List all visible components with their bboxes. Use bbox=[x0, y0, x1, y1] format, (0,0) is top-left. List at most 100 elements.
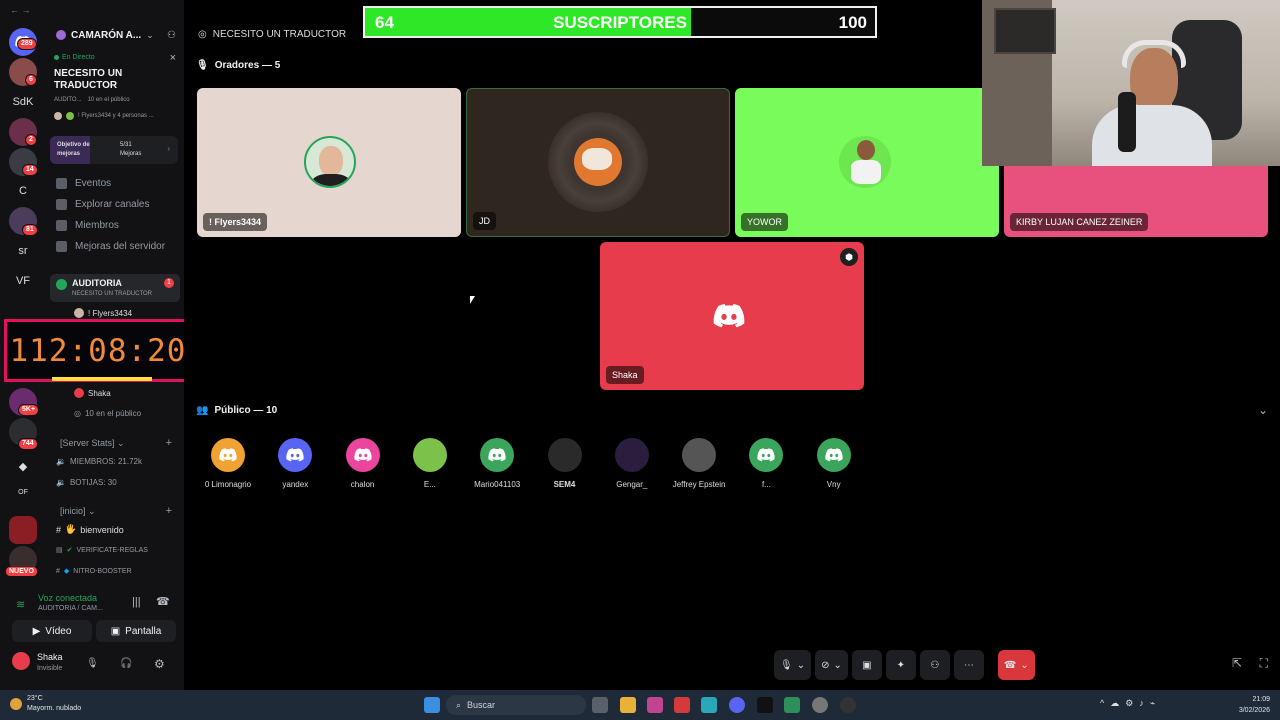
add-channel-icon[interactable]: + bbox=[166, 505, 172, 517]
audience-name: E... bbox=[423, 480, 436, 489]
signal-icon: ≋ bbox=[16, 599, 26, 611]
audience-member[interactable]: f... bbox=[736, 438, 796, 489]
headphones-icon[interactable]: 🎧 bbox=[120, 658, 132, 669]
weather-widget[interactable]: 23°C Mayorm. nublado bbox=[10, 694, 81, 714]
discord-taskbar-icon[interactable] bbox=[729, 697, 745, 713]
audience-member[interactable]: chalon bbox=[333, 438, 393, 489]
user-avatar[interactable] bbox=[12, 652, 30, 670]
audience-member[interactable]: 0 Limonagrio bbox=[198, 438, 258, 489]
stage-topbar: ◎ NECESITO UN TRADUCTOR bbox=[184, 22, 346, 46]
wave-icon: 🖐 bbox=[65, 524, 77, 534]
camera-button[interactable]: ⊘ ⌄ bbox=[815, 650, 848, 680]
nav-server-boost[interactable]: Mejoras del servidor bbox=[56, 241, 165, 252]
audience-member[interactable]: Gengar_ bbox=[602, 438, 662, 489]
mute-button[interactable]: 🎙 ⌄ bbox=[774, 650, 812, 680]
app-icon[interactable] bbox=[757, 697, 773, 713]
speaker-tile[interactable]: ! Flyers3434 bbox=[197, 88, 461, 237]
text-channel-bienvenido[interactable]: # 🖐 bienvenido bbox=[56, 524, 124, 535]
activity-button[interactable]: ✦ bbox=[885, 650, 916, 680]
app-icon[interactable] bbox=[784, 697, 800, 713]
app-icon[interactable] bbox=[840, 697, 856, 713]
audience-member[interactable]: E... bbox=[400, 438, 460, 489]
audience-member[interactable]: Jeffrey Epstein bbox=[669, 438, 729, 489]
server-icon-sr[interactable]: sr bbox=[9, 237, 37, 265]
speaker-tile[interactable]: JD bbox=[466, 88, 730, 237]
avatar bbox=[211, 438, 245, 472]
voice-channel-auditoria[interactable]: AUDITORIA NECESITO UN TRADUCTOR 1 bbox=[50, 274, 180, 302]
server-icon-sdk[interactable]: SdK bbox=[9, 88, 37, 116]
audience-name: chalon bbox=[350, 480, 375, 489]
camera-off-icon: ⊘ bbox=[821, 659, 830, 671]
obs-icon[interactable] bbox=[812, 697, 828, 713]
headset-icon: ◎ bbox=[74, 409, 81, 418]
voice-user[interactable]: Shaka bbox=[74, 388, 111, 398]
compass-icon[interactable]: ◆ bbox=[9, 452, 37, 480]
audience-member[interactable]: SEM4 bbox=[535, 438, 595, 489]
text-channel-verificate[interactable]: ▤ ✔ VERIFICATE-REGLAS bbox=[56, 546, 148, 555]
audience-count[interactable]: ◎ 10 en el público bbox=[74, 409, 141, 418]
stat-channel-members[interactable]: 🔉 MIEMBROS: 21.72k bbox=[56, 457, 142, 466]
speaker-tile-self[interactable]: ⬢ Shaka bbox=[600, 242, 864, 390]
audience-name: SEM4 bbox=[553, 480, 576, 489]
disconnect-icon[interactable]: ☎ bbox=[156, 595, 170, 608]
category-inicio[interactable]: [inicio] ⌄ bbox=[60, 506, 96, 517]
audience-member[interactable]: Vny bbox=[804, 438, 864, 489]
nav-members[interactable]: Miembros bbox=[56, 220, 119, 231]
microphone-icon: 🎙 bbox=[196, 60, 209, 71]
popout-icon[interactable]: ⇱ bbox=[1232, 656, 1242, 670]
audience-member[interactable]: Mario041103 bbox=[467, 438, 527, 489]
collapse-chevron-icon[interactable]: ⌄ bbox=[1258, 403, 1268, 417]
avatar bbox=[304, 136, 356, 188]
avatar bbox=[682, 438, 717, 472]
windows-start-icon[interactable] bbox=[424, 697, 440, 713]
fullscreen-icon[interactable]: ⛶ bbox=[1260, 656, 1268, 671]
server-icon-active[interactable] bbox=[9, 516, 37, 544]
audience-member[interactable]: yandex bbox=[265, 438, 325, 489]
file-explorer-icon[interactable] bbox=[620, 697, 636, 713]
rail-badge: 81 bbox=[22, 224, 38, 236]
settings-gear-icon[interactable]: ⚙ bbox=[154, 657, 165, 671]
app-icon[interactable] bbox=[647, 697, 663, 713]
subscriber-goal: 100 bbox=[838, 13, 867, 32]
add-channel-icon[interactable]: + bbox=[166, 437, 172, 449]
server-icon-c[interactable]: C bbox=[9, 177, 37, 205]
close-icon[interactable]: × bbox=[170, 52, 176, 64]
soundboard-icon[interactable]: ||| bbox=[132, 596, 141, 608]
add-member-icon[interactable]: ⚇ bbox=[167, 30, 176, 41]
video-button[interactable]: ▶ Vídeo bbox=[12, 620, 92, 642]
task-view-icon[interactable] bbox=[592, 697, 608, 713]
invite-button[interactable]: ⚇ bbox=[919, 650, 950, 680]
server-icon-of[interactable]: OF bbox=[9, 478, 37, 506]
boost-goal[interactable]: Objetivo de mejoras 5/31 Mejoras › bbox=[50, 136, 178, 164]
text-channel-nitro[interactable]: # ◆ NITRO-BOOSTER bbox=[56, 567, 132, 576]
screen-share-button[interactable]: ▣ Pantalla bbox=[96, 620, 176, 642]
clock-date: 3/02/2026 bbox=[1238, 707, 1270, 714]
system-tray-icons[interactable]: ^☁⚙♪⌁ bbox=[1100, 698, 1161, 709]
server-header[interactable]: CAMARÓN A... ⌄ ⚇ bbox=[46, 24, 184, 46]
back-arrow-icon[interactable]: ← → bbox=[10, 5, 31, 15]
live-stage-card[interactable]: En Directo NECESITO UN TRADUCTOR × AUDIT… bbox=[50, 50, 180, 130]
speaker-tile[interactable]: YOWOR bbox=[735, 88, 999, 237]
more-icon: ⋯ bbox=[963, 659, 974, 671]
taskbar-search[interactable]: ⌕ Buscar bbox=[446, 695, 586, 715]
leave-call-button[interactable]: ☎ ⌄ bbox=[997, 650, 1035, 680]
hash-icon: # bbox=[56, 567, 60, 575]
streamer-webcam bbox=[982, 0, 1280, 166]
avatar bbox=[412, 438, 447, 472]
category-server-stats[interactable]: [Server Stats] ⌄ bbox=[60, 438, 125, 449]
more-options-button[interactable]: ⋯ bbox=[953, 650, 984, 680]
nav-browse-channels[interactable]: Explorar canales bbox=[56, 199, 149, 210]
screen-share-control[interactable]: ▣ bbox=[851, 650, 882, 680]
search-icon: ⌕ bbox=[456, 699, 462, 710]
microphone-icon[interactable]: 🎙 bbox=[86, 658, 99, 669]
live-status: En Directo bbox=[62, 54, 95, 61]
voice-channel-path[interactable]: AUDITORIA / CAM... bbox=[38, 605, 103, 612]
stat-channel-bots[interactable]: 🔉 BOTIJAS: 30 bbox=[56, 478, 117, 487]
taskbar-clock[interactable]: 21:09 3/02/2026 bbox=[1239, 694, 1270, 716]
nav-events[interactable]: Eventos bbox=[56, 178, 111, 189]
edge-icon[interactable] bbox=[701, 697, 717, 713]
voice-user[interactable]: ! Flyers3434 bbox=[74, 308, 132, 318]
server-icon-vf[interactable]: VF bbox=[9, 267, 37, 295]
clock-time: 21:09 bbox=[1252, 696, 1270, 703]
app-icon[interactable] bbox=[674, 697, 690, 713]
